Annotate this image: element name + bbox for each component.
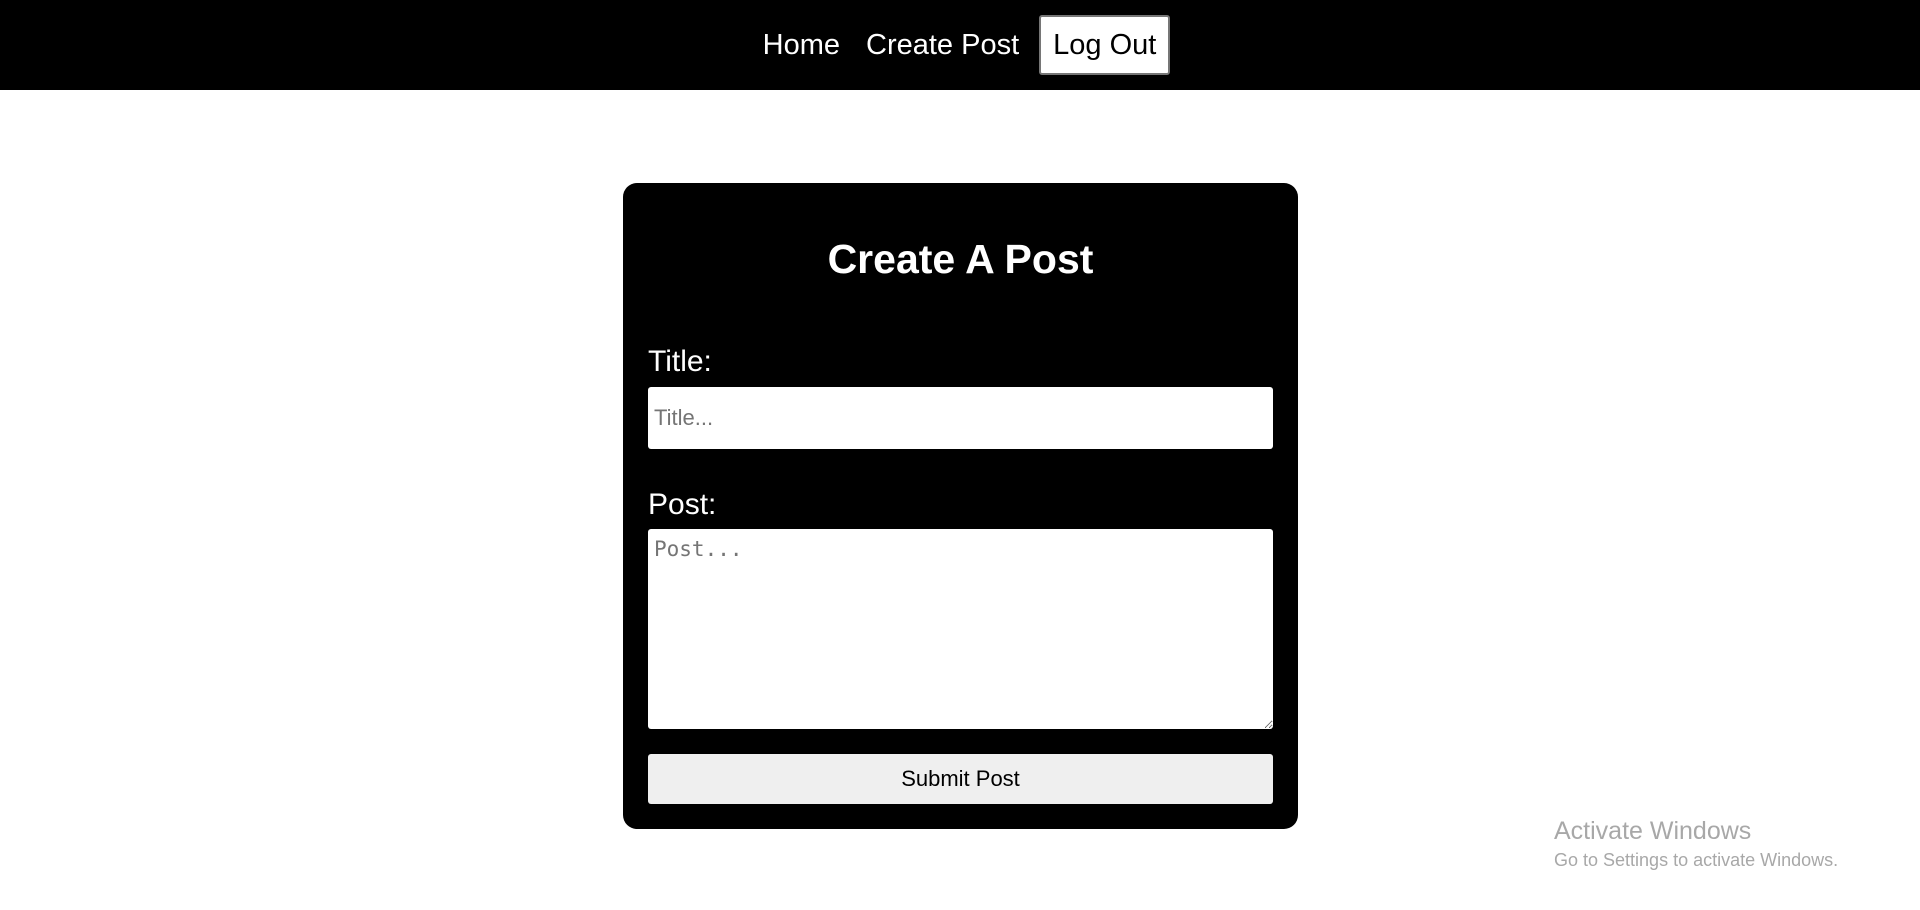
form-heading: Create A Post xyxy=(827,236,1094,282)
title-input[interactable] xyxy=(648,387,1273,449)
activate-windows-watermark: Activate Windows Go to Settings to activ… xyxy=(1554,816,1838,872)
submit-post-button[interactable]: Submit Post xyxy=(648,754,1273,804)
post-label: Post: xyxy=(648,488,717,521)
nav-link-home[interactable]: Home xyxy=(763,30,840,60)
watermark-title: Activate Windows xyxy=(1554,817,1752,845)
create-post-form: Create A Post Title: Post: Submit Post xyxy=(623,183,1298,829)
logout-button[interactable]: Log Out xyxy=(1039,15,1171,75)
nav-link-create-post[interactable]: Create Post xyxy=(866,30,1019,60)
post-textarea[interactable] xyxy=(648,529,1273,729)
watermark-subtitle: Go to Settings to activate Windows. xyxy=(1554,850,1839,870)
title-label: Title: xyxy=(648,345,712,378)
top-navbar: Home Create Post Log Out xyxy=(0,0,1920,90)
